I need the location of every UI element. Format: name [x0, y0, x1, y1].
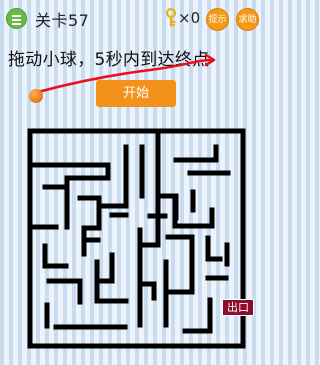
maze-wall [42, 243, 69, 269]
maze-wall [182, 297, 213, 334]
maze-wall [46, 278, 83, 305]
maze-wall [137, 193, 161, 248]
exit-label: 出口 [222, 299, 254, 316]
maze-wall [163, 234, 195, 295]
maze-wall [205, 235, 223, 262]
maze-wall [173, 144, 219, 163]
maze-wall [77, 195, 102, 257]
